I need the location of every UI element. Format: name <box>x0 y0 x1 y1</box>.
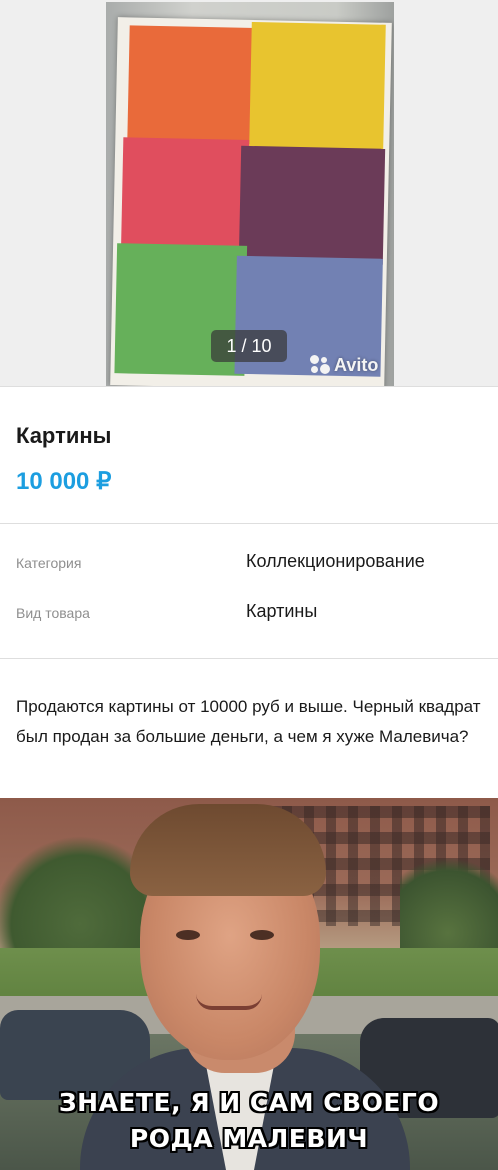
avito-watermark-text: Avito <box>334 354 379 375</box>
listing-photo[interactable] <box>106 2 394 386</box>
param-label: Категория <box>16 555 82 571</box>
paint-square-orange <box>127 25 258 145</box>
listing-title: Картины <box>16 423 112 448</box>
avito-logo-icon <box>310 355 330 375</box>
param-label: Вид товара <box>16 605 90 621</box>
meme-person-smile <box>196 994 262 1010</box>
param-row-category: Категория Коллекционирование <box>0 547 498 577</box>
listing-header: Картины 10 000 ₽ <box>0 386 498 524</box>
paint-square-red <box>121 137 250 252</box>
meme-caption-line: РОДА МАЛЕВИЧ <box>129 1124 369 1153</box>
avito-watermark: Avito <box>310 352 378 378</box>
meme-caption-line: ЗНАЕТЕ, Я И САМ СВОЕГО <box>58 1088 440 1117</box>
meme-person-hair <box>130 804 326 896</box>
meme-person-eye <box>176 930 200 940</box>
paint-square-yellow <box>249 21 386 153</box>
param-value: Коллекционирование <box>246 551 425 571</box>
meme-image: ЗНАЕТЕ, Я И САМ СВОЕГО РОДА МАЛЕВИЧ <box>0 798 498 1170</box>
param-value: Картины <box>246 601 318 621</box>
listing-params: Категория Коллекционирование Вид товара … <box>0 525 498 659</box>
paint-square-purple <box>238 145 386 265</box>
listing-description: Продаются картины от 10000 руб и выше. Ч… <box>16 697 481 746</box>
param-row-item-type: Вид товара Картины <box>0 597 498 627</box>
meme-person-eye <box>250 930 274 940</box>
photo-gallery[interactable]: 1 / 10 Avito <box>0 0 498 386</box>
listing-price: 10 000 ₽ <box>16 468 112 495</box>
photo-counter: 1 / 10 <box>211 330 287 362</box>
